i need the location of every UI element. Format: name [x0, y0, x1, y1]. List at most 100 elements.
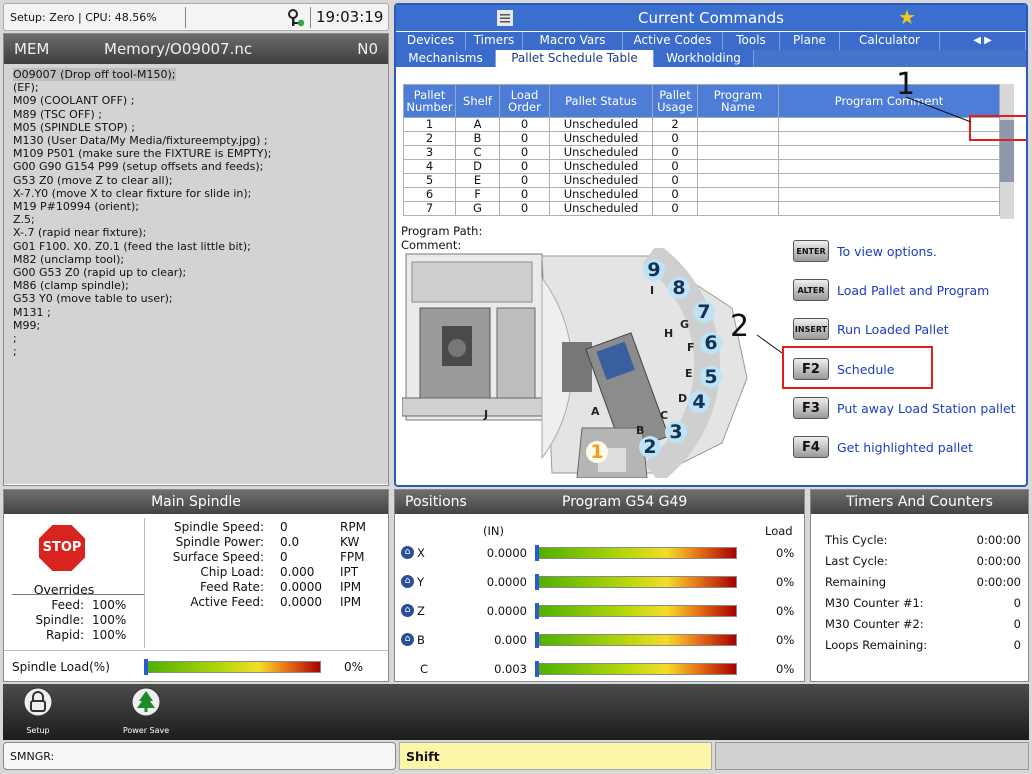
program-line-text: M05 (SPINDLE STOP) ;	[13, 120, 135, 134]
function-key-row[interactable]: ALTER Load Pallet and Program	[793, 279, 989, 301]
axis-name: B	[417, 633, 425, 647]
axis-name: X	[417, 546, 425, 560]
function-key-row[interactable]: INSERT Run Loaded Pallet	[793, 318, 949, 340]
program-line[interactable]: M130 (User Data/My Media/fixtureempty.jp…	[13, 134, 379, 147]
function-key-row[interactable]: ENTER To view options.	[793, 240, 937, 262]
key-f3[interactable]: F3	[793, 397, 829, 419]
program-line[interactable]: G00 G90 G154 P99 (setup offsets and feed…	[13, 160, 379, 173]
setup-label: Setup	[26, 726, 50, 735]
program-line[interactable]: ;	[13, 332, 379, 345]
key-label[interactable]: Schedule	[837, 362, 894, 377]
program-line[interactable]: O09007 (Drop off tool-M150);	[13, 68, 379, 82]
program-line-text: X-.7 (rapid near fixture);	[13, 226, 147, 240]
program-line[interactable]: M99;	[13, 319, 379, 332]
key-f4[interactable]: F4	[793, 436, 829, 458]
function-key-row[interactable]: F2 Schedule	[793, 358, 894, 380]
key-alter[interactable]: ALTER	[793, 279, 829, 301]
program-line-text: M19 P#10994 (orient);	[13, 200, 139, 214]
readout-label: Spindle Speed:	[174, 520, 264, 534]
axis-value: 0.000	[494, 633, 527, 647]
timer-label: Loops Remaining:	[825, 638, 928, 652]
timer-row: This Cycle: 0:00:00	[825, 530, 1021, 551]
key-f2[interactable]: F2	[793, 358, 829, 380]
main-spindle-title: Main Spindle	[4, 490, 388, 514]
program-line[interactable]: M05 (SPINDLE STOP) ;	[13, 121, 379, 134]
main-spindle-panel: Main Spindle STOP Overrides Feed: 100% Spi…	[3, 489, 390, 682]
function-key-row[interactable]: F3 Put away Load Station pallet	[793, 397, 1016, 419]
readout-value: 0.0	[280, 535, 300, 549]
key-label[interactable]: Get highlighted pallet	[837, 440, 973, 455]
program-line[interactable]: M19 P#10994 (orient);	[13, 200, 379, 213]
readout-value: 0	[280, 520, 288, 534]
program-line-text: (EF);	[13, 81, 39, 95]
spindle-readout: Surface Speed: 0 FPM	[154, 550, 384, 565]
key-label[interactable]: Load Pallet and Program	[837, 283, 989, 298]
override-value: 100%	[92, 628, 127, 642]
program-line[interactable]: M89 (TSC OFF) ;	[13, 108, 379, 121]
key-label[interactable]: To view options.	[837, 244, 937, 259]
program-line-text: M86 (clamp spindle);	[13, 279, 129, 293]
program-line-text: M99;	[13, 318, 41, 332]
timer-label: This Cycle:	[825, 533, 888, 547]
override-label: Spindle:	[35, 613, 84, 627]
axis-home-icon[interactable]: ⌂	[401, 633, 414, 646]
positions-header: Positions Program G54 G49	[395, 490, 804, 514]
program-line-text: G01 F100. X0. Z0.1 (feed the last little…	[13, 239, 251, 253]
program-line[interactable]: M09 (COOLANT OFF) ;	[13, 94, 379, 107]
axis-home-icon[interactable]: ⌂	[401, 604, 414, 617]
program-line-text: Z.5;	[13, 213, 35, 227]
spindle-readout: Chip Load: 0.000 IPT	[154, 565, 384, 580]
program-line-text: ;	[13, 332, 17, 346]
spindle-readout: Active Feed: 0.0000 IPM	[154, 595, 384, 610]
program-line[interactable]: G01 F100. X0. Z0.1 (feed the last little…	[13, 240, 379, 253]
program-line[interactable]: M82 (unclamp tool);	[13, 253, 379, 266]
program-line[interactable]: M131 ;	[13, 306, 379, 319]
unit-label: (IN)	[483, 524, 504, 538]
axis-row: ⌂ X 0.0000 0%	[395, 544, 805, 566]
spindle-load-label: Spindle Load(%)	[12, 660, 110, 674]
program-line[interactable]: ;	[13, 345, 379, 358]
key-insert[interactable]: INSERT	[793, 318, 829, 340]
program-line[interactable]: Z.5;	[13, 213, 379, 226]
positions-panel: Positions Program G54 G49 (IN) Load ⌂ X 0.…	[394, 489, 805, 682]
axis-load-bar	[535, 603, 737, 619]
key-enter[interactable]: ENTER	[793, 240, 829, 262]
bottom-toolbar: Setup Power Save	[3, 684, 1029, 740]
program-line[interactable]: X-.7 (rapid near fixture);	[13, 226, 379, 239]
shift-indicator: Shift	[399, 742, 712, 770]
program-line-text: M09 (COOLANT OFF) ;	[13, 94, 135, 108]
axis-home-icon[interactable]: ⌂	[401, 575, 414, 588]
file-path: Memory/O09007.nc	[104, 40, 253, 58]
readout-value: 0.0000	[280, 580, 322, 594]
axis-load-bar	[535, 574, 737, 590]
cnc-control-screen: Setup: Zero | CPU: 48.56% 19:03:19 MEM M…	[0, 0, 1032, 774]
timer-value: 0:00:00	[976, 533, 1021, 547]
axis-name: Y	[417, 575, 425, 589]
program-line[interactable]: X-7.Y0 (move X to clear fixture for slid…	[13, 187, 379, 200]
axis-row: ⌂ Z 0.0000 0%	[395, 602, 805, 624]
program-line[interactable]: (EF);	[13, 81, 379, 94]
command-input[interactable]: SMNGR:	[3, 742, 396, 770]
lock-icon[interactable]	[23, 687, 53, 717]
axis-name: C	[420, 662, 429, 676]
axis-home-icon[interactable]: ⌂	[401, 546, 414, 559]
program-line[interactable]: G53 Y0 (move table to user);	[13, 292, 379, 305]
readout-unit: RPM	[340, 520, 366, 534]
tree-icon[interactable]	[131, 687, 161, 717]
program-line[interactable]: M86 (clamp spindle);	[13, 279, 379, 292]
program-listing[interactable]: O09007 (Drop off tool-M150); (EF); M09 (CO…	[4, 64, 388, 484]
timers-panel: Timers And Counters This Cycle: 0:00:00 La…	[810, 489, 1029, 682]
readout-value: 0.000	[280, 565, 315, 579]
mode-label: MEM	[14, 40, 50, 58]
timer-row: Remaining 0:00:00	[825, 572, 1021, 593]
function-key-row[interactable]: F4 Get highlighted pallet	[793, 436, 973, 458]
key-label[interactable]: Put away Load Station pallet	[837, 401, 1016, 416]
stop-label: STOP	[42, 540, 82, 555]
override-row: Rapid: 100%	[12, 628, 130, 643]
program-line[interactable]: M109 P501 (make sure the FIXTURE is EMPT…	[13, 147, 379, 160]
power-save-label: Power Save	[122, 726, 170, 735]
program-coords: Program G54 G49	[562, 494, 688, 510]
program-line[interactable]: G53 Z0 (move Z to clear all);	[13, 174, 379, 187]
key-label[interactable]: Run Loaded Pallet	[837, 322, 949, 337]
program-line[interactable]: G00 G53 Z0 (rapid up to clear);	[13, 266, 379, 279]
